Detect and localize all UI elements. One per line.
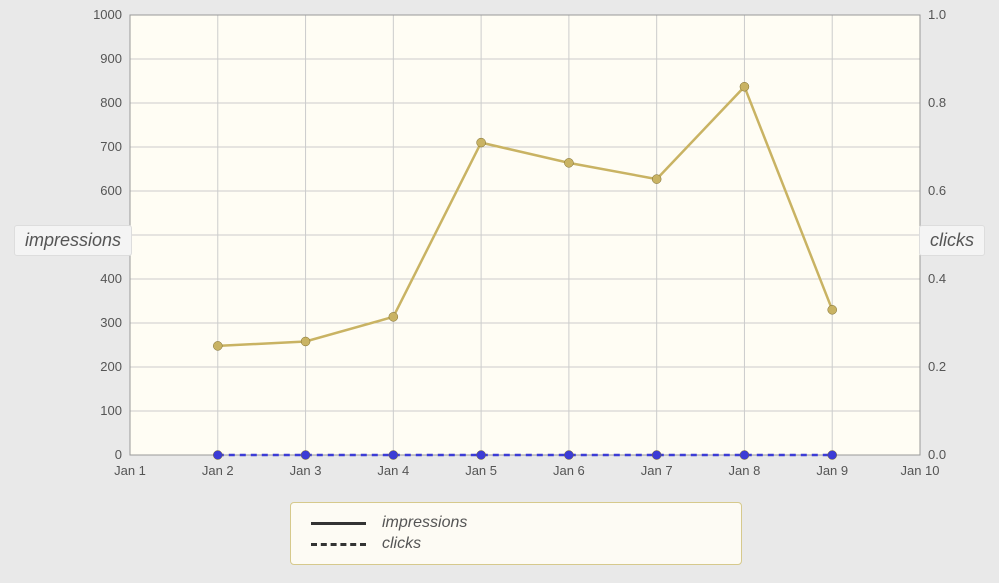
svg-text:Jan 6: Jan 6 [553, 463, 585, 478]
y-right-axis-label: clicks [919, 225, 985, 256]
svg-text:900: 900 [100, 51, 122, 66]
svg-text:400: 400 [100, 271, 122, 286]
y-left-axis-label: impressions [14, 225, 132, 256]
svg-text:200: 200 [100, 359, 122, 374]
svg-text:0: 0 [115, 447, 122, 462]
legend-swatch-solid [311, 522, 366, 525]
legend-item-impressions: impressions [311, 514, 711, 532]
svg-text:Jan 1: Jan 1 [114, 463, 146, 478]
svg-text:300: 300 [100, 315, 122, 330]
svg-text:600: 600 [100, 183, 122, 198]
svg-text:Jan 3: Jan 3 [290, 463, 322, 478]
legend-item-clicks: clicks [311, 535, 711, 553]
svg-text:100: 100 [100, 403, 122, 418]
legend: impressions clicks [290, 502, 742, 565]
svg-text:0.8: 0.8 [928, 95, 946, 110]
svg-text:700: 700 [100, 139, 122, 154]
svg-text:Jan 5: Jan 5 [465, 463, 497, 478]
svg-text:Jan 10: Jan 10 [900, 463, 939, 478]
svg-text:1.0: 1.0 [928, 7, 946, 22]
svg-text:Jan 8: Jan 8 [729, 463, 761, 478]
legend-label: clicks [382, 535, 421, 553]
legend-swatch-dashed [311, 543, 366, 546]
svg-text:Jan 7: Jan 7 [641, 463, 673, 478]
svg-text:Jan 4: Jan 4 [377, 463, 409, 478]
svg-text:800: 800 [100, 95, 122, 110]
svg-text:0.0: 0.0 [928, 447, 946, 462]
chart-container: Jan 1 Jan 2 Jan 3 Jan 4 Jan 5 Jan 6 Jan 7 Jan 8… [0, 0, 999, 578]
svg-text:0.4: 0.4 [928, 271, 946, 286]
legend-label: impressions [382, 514, 467, 532]
svg-text:0.6: 0.6 [928, 183, 946, 198]
svg-text:1000: 1000 [93, 7, 122, 22]
line-chart-svg: Jan 1 Jan 2 Jan 3 Jan 4 Jan 5 Jan 6 Jan 7 Jan 8… [0, 0, 999, 578]
svg-text:Jan 2: Jan 2 [202, 463, 234, 478]
svg-text:0.2: 0.2 [928, 359, 946, 374]
svg-text:Jan 9: Jan 9 [816, 463, 848, 478]
